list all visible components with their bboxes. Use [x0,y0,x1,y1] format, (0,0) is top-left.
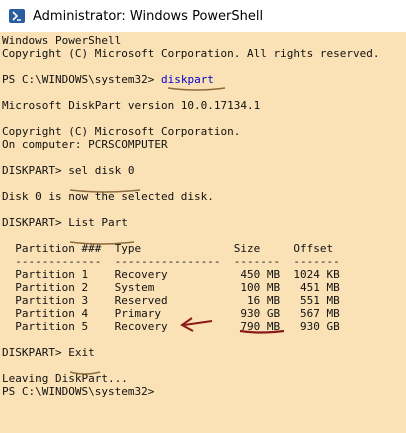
table-row: Partition 4 Primary 930 GB 567 MB [2,307,340,320]
console-prompt-line: PS C:\WINDOWS\system32> diskpart [2,73,214,86]
command-exit: Exit [68,346,95,359]
console-prompt-line: DISKPART> List Part [2,216,128,229]
prompt-text: PS C:\WINDOWS\system32> [2,73,161,86]
console-line: Windows PowerShell [2,34,122,47]
console-line: Disk 0 is now the selected disk. [2,190,214,203]
title-bar[interactable]: Administrator: Windows PowerShell [0,0,406,33]
console-line: Copyright (C) Microsoft Corporation. [2,125,241,138]
command-sel-disk: sel disk 0 [68,164,135,177]
powershell-window: Administrator: Windows PowerShell Window… [0,0,406,433]
prompt-text: DISKPART> [2,346,69,359]
console-prompt-line: PS C:\WINDOWS\system32> [2,385,161,398]
console-line: On computer: PCRSCOMPUTER [2,138,168,151]
table-divider: ------------- ---------------- ------- -… [2,255,340,268]
console-output[interactable]: Windows PowerShell Copyright (C) Microso… [0,32,406,433]
command-list-part: List Part [68,216,128,229]
console-line: Leaving DiskPart... [2,372,128,385]
table-row: Partition 5 Recovery 790 MB 930 GB [2,320,340,333]
table-row: Partition 2 System 100 MB 451 MB [2,281,340,294]
console-line: Copyright (C) Microsoft Corporation. All… [2,47,380,60]
console-prompt-line: DISKPART> sel disk 0 [2,164,134,177]
console-prompt-line: DISKPART> Exit [2,346,95,359]
command-diskpart: diskpart [160,73,214,86]
prompt-text: DISKPART> [2,164,69,177]
table-header: Partition ### Type Size Offset [2,242,334,255]
prompt-text: DISKPART> [2,216,69,229]
table-row: Partition 1 Recovery 450 MB 1024 KB [2,268,340,281]
powershell-icon [8,7,26,25]
table-row: Partition 3 Reserved 16 MB 551 MB [2,294,340,307]
window-title: Administrator: Windows PowerShell [33,8,264,24]
console-line: Microsoft DiskPart version 10.0.17134.1 [2,99,261,112]
